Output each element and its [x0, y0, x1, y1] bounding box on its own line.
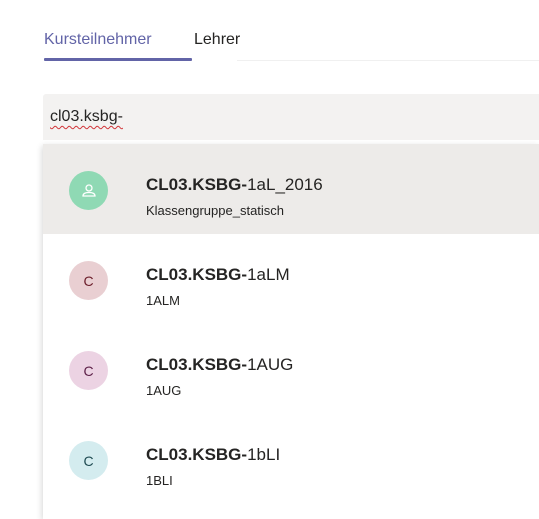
- avatar-initial: C: [83, 452, 94, 469]
- result-title: CL03.KSBG-1AUG: [146, 354, 293, 376]
- result-item[interactable]: C CL03.KSBG-1AUG 1AUG: [43, 324, 539, 414]
- result-title-suffix: 1AUG: [247, 355, 294, 374]
- active-tab-indicator: [44, 58, 192, 61]
- result-item[interactable]: CL03.KSBG-1aL_2016 Klassengruppe_statisc…: [43, 144, 539, 234]
- result-title-suffix: 1aL_2016: [247, 175, 323, 194]
- search-results-dropdown: CL03.KSBG-1aL_2016 Klassengruppe_statisc…: [43, 144, 539, 519]
- avatar-initial: C: [83, 272, 94, 289]
- result-subtitle: 1ALM: [146, 293, 180, 308]
- result-title-prefix: CL03.KSBG-: [146, 265, 248, 284]
- tab-lehrer[interactable]: Lehrer: [194, 28, 240, 52]
- tab-kursteilnehmer[interactable]: Kursteilnehmer: [44, 28, 152, 52]
- result-subtitle: Klassengruppe_statisch: [146, 203, 285, 218]
- result-item[interactable]: C CL03.KSBG-1bLI 1BLI: [43, 414, 539, 504]
- result-title-suffix: 1aLM: [247, 265, 290, 284]
- result-title: CL03.KSBG-1aLM: [146, 264, 290, 286]
- group-icon: [81, 183, 96, 197]
- tab-divider: [237, 60, 539, 61]
- result-title-prefix: CL03.KSBG-: [146, 175, 248, 194]
- result-title-prefix: CL03.KSBG-: [146, 445, 248, 464]
- result-title-suffix: 1bLI: [247, 445, 281, 464]
- avatar: C: [69, 351, 108, 390]
- result-item[interactable]: C CL03.KSBG-1aLM 1ALM: [43, 234, 539, 324]
- avatar: C: [69, 441, 108, 480]
- avatar: [69, 171, 108, 210]
- avatar: C: [69, 261, 108, 300]
- search-input[interactable]: cl03.ksbg-: [50, 106, 123, 128]
- search-field[interactable]: cl03.ksbg-: [43, 94, 539, 140]
- tab-bar: Kursteilnehmer Lehrer: [44, 28, 539, 62]
- result-title-prefix: CL03.KSBG-: [146, 355, 248, 374]
- avatar-initial: C: [83, 362, 94, 379]
- result-subtitle: 1AUG: [146, 383, 182, 398]
- result-title: CL03.KSBG-1bLI: [146, 444, 280, 466]
- result-subtitle: 1BLI: [146, 473, 173, 488]
- result-title: CL03.KSBG-1aL_2016: [146, 174, 323, 196]
- search-input-value[interactable]: cl03.ksbg-: [50, 108, 123, 125]
